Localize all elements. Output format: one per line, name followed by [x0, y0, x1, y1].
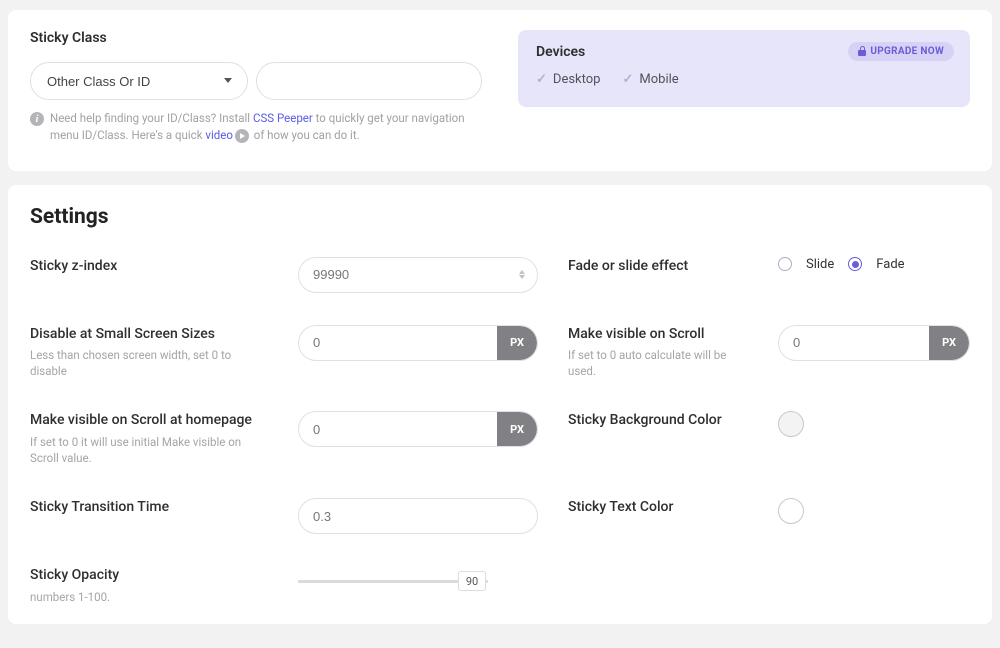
transition-label: Sticky Transition Time [30, 498, 268, 517]
visible-scroll-input-wrap: PX [778, 325, 970, 361]
textcolor-swatch[interactable] [778, 498, 804, 524]
zindex-label: Sticky z-index [30, 257, 268, 276]
transition-label-block: Sticky Transition Time [30, 498, 268, 517]
disable-label-block: Disable at Small Screen Sizes Less than … [30, 325, 268, 380]
px-suffix: PX [929, 326, 969, 360]
disable-input[interactable] [299, 326, 497, 360]
zindex-stepper[interactable] [518, 270, 537, 279]
visible-scroll-input[interactable] [779, 326, 929, 360]
bgcolor-swatch[interactable] [778, 411, 804, 437]
lock-icon [858, 47, 866, 56]
disable-label: Disable at Small Screen Sizes [30, 325, 268, 344]
sticky-class-column: Sticky Class Other Class Or ID i Need he… [30, 30, 482, 145]
radio-slide-label: Slide [806, 257, 834, 272]
upgrade-button[interactable]: UPGRADE NOW [848, 42, 954, 61]
opacity-help: numbers 1-100. [30, 590, 268, 606]
sticky-class-select[interactable]: Other Class Or ID [30, 62, 248, 100]
sticky-class-card: Sticky Class Other Class Or ID i Need he… [8, 10, 992, 171]
visible-home-input[interactable] [299, 412, 497, 446]
effect-label: Fade or slide effect [568, 257, 748, 276]
px-suffix: PX [497, 412, 537, 446]
check-icon: ✓ [622, 72, 633, 87]
effect-label-block: Fade or slide effect [568, 257, 748, 276]
video-link[interactable]: video [205, 128, 233, 142]
radio-fade-label: Fade [876, 257, 904, 272]
visible-home-label-block: Make visible on Scroll at homepage If se… [30, 411, 268, 466]
textcolor-label: Sticky Text Color [568, 498, 748, 517]
visible-scroll-help: If set to 0 auto calculate will be used. [568, 348, 748, 379]
bgcolor-label: Sticky Background Color [568, 411, 748, 430]
zindex-input-wrap [298, 257, 538, 293]
sticky-class-input[interactable] [256, 62, 482, 100]
opacity-label: Sticky Opacity [30, 566, 268, 585]
textcolor-label-block: Sticky Text Color [568, 498, 748, 517]
visible-home-label: Make visible on Scroll at homepage [30, 411, 268, 430]
check-icon: ✓ [536, 72, 547, 87]
info-icon: i [30, 112, 44, 126]
disable-help: Less than chosen screen width, set 0 to … [30, 348, 268, 379]
play-icon [235, 129, 249, 143]
settings-heading: Settings [30, 205, 970, 229]
transition-input-wrap [298, 498, 538, 534]
sticky-class-label: Sticky Class [30, 30, 482, 46]
visible-home-help: If set to 0 it will use initial Make vis… [30, 435, 268, 466]
radio-fade[interactable] [848, 257, 862, 271]
devices-panel: UPGRADE NOW Devices ✓ Desktop ✓ Mobile [518, 30, 970, 107]
transition-input[interactable] [299, 499, 537, 533]
settings-card: Settings Sticky z-index Fade or slide ef… [8, 185, 992, 624]
device-mobile-checkbox[interactable]: ✓ Mobile [622, 72, 678, 87]
sticky-class-select-wrap: Other Class Or ID [30, 62, 248, 100]
zindex-label-block: Sticky z-index [30, 257, 268, 276]
opacity-slider[interactable]: 90 [298, 566, 538, 596]
opacity-slider-thumb[interactable]: 90 [458, 571, 486, 591]
css-peeper-link[interactable]: CSS Peeper [253, 111, 313, 125]
disable-input-wrap: PX [298, 325, 538, 361]
visible-scroll-label-block: Make visible on Scroll If set to 0 auto … [568, 325, 748, 380]
px-suffix: PX [497, 326, 537, 360]
opacity-label-block: Sticky Opacity numbers 1-100. [30, 566, 268, 605]
bgcolor-label-block: Sticky Background Color [568, 411, 748, 430]
radio-slide[interactable] [778, 257, 792, 271]
zindex-input[interactable] [299, 258, 518, 292]
device-desktop-checkbox[interactable]: ✓ Desktop [536, 72, 600, 87]
visible-scroll-label: Make visible on Scroll [568, 325, 748, 344]
effect-radio-group: Slide Fade [778, 257, 970, 272]
helper-text: i Need help finding your ID/Class? Insta… [30, 110, 482, 145]
visible-home-input-wrap: PX [298, 411, 538, 447]
